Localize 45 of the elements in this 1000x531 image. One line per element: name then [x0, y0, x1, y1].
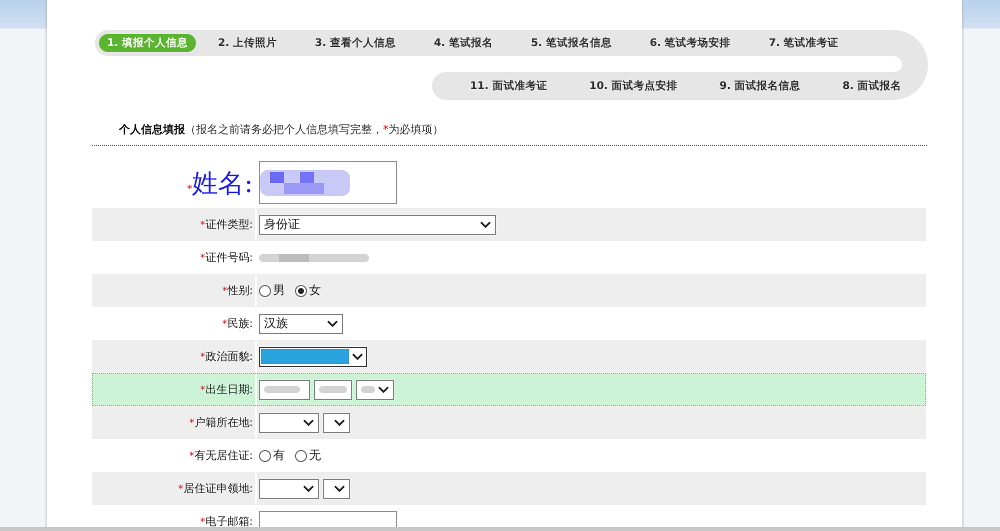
step-tab[interactable]: 5. 笔试报名信息 — [522, 34, 620, 52]
field-label: *民族: — [222, 316, 253, 331]
field-label: *居住证申领地: — [178, 481, 253, 496]
form-note: （报名之前请务必把个人信息填写完整，*为必填项） — [185, 123, 444, 136]
chevron-down-icon — [327, 320, 338, 328]
chevron-down-icon — [303, 484, 314, 492]
radio-option[interactable]: 女 — [295, 282, 321, 299]
text-input[interactable] — [259, 161, 397, 204]
step-tab[interactable]: 8. 面试报名 — [834, 77, 910, 95]
radio-option[interactable]: 男 — [259, 282, 285, 299]
section-title: 个人信息填报 — [119, 123, 185, 136]
step-tab[interactable]: 11. 面试准考证 — [462, 77, 556, 95]
radio-option[interactable]: 无 — [295, 447, 321, 464]
field-label: *有无居住证: — [189, 448, 253, 463]
dropdown[interactable] — [323, 412, 350, 432]
radio-option[interactable]: 有 — [259, 447, 285, 464]
field-label: *出生日期: — [200, 382, 253, 397]
dropdown[interactable] — [323, 478, 350, 498]
redacted-value — [319, 386, 347, 393]
chevron-down-icon — [378, 386, 389, 394]
chevron-down-icon — [480, 220, 491, 228]
chevron-down-icon — [334, 418, 345, 426]
dropdown[interactable]: 身份证 — [259, 214, 496, 234]
field-label: *电子邮箱: — [200, 514, 253, 529]
step-tab[interactable]: 4. 笔试报名 — [426, 34, 501, 52]
field-label: *政治面貌: — [200, 349, 253, 364]
redacted-value — [361, 386, 375, 393]
dropdown[interactable] — [356, 380, 394, 400]
chevron-down-icon — [352, 352, 363, 360]
chevron-down-icon — [303, 418, 314, 426]
field-label: *性别: — [222, 283, 253, 298]
step-tab[interactable]: 7. 笔试准考证 — [760, 34, 847, 52]
field-label: *姓名: — [187, 168, 253, 201]
step-tab[interactable]: 3. 查看个人信息 — [306, 34, 404, 52]
step-tab[interactable]: 10. 面试考点安排 — [581, 77, 686, 95]
dropdown[interactable]: 汉族 — [259, 314, 343, 334]
step-tab[interactable]: 6. 笔试考场安排 — [642, 34, 739, 52]
field-label: *户籍所在地: — [189, 415, 253, 430]
step-tab[interactable]: 9. 面试报名信息 — [712, 77, 808, 95]
step-tab[interactable]: 2. 上传照片 — [210, 34, 285, 52]
field-label: *证件号码: — [200, 250, 253, 265]
chevron-down-icon — [334, 484, 345, 492]
field-label: *证件类型: — [200, 217, 253, 232]
redacted-value — [264, 386, 300, 393]
dropdown[interactable] — [259, 346, 367, 366]
